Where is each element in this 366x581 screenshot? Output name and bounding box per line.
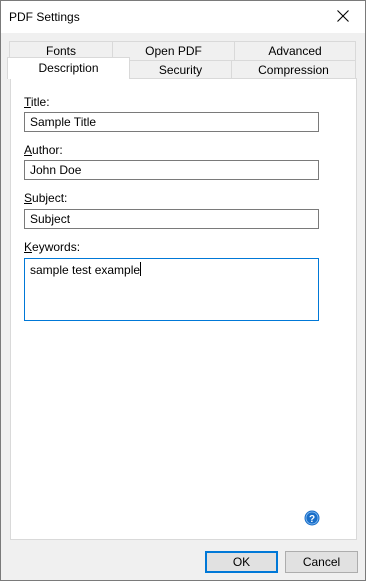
ok-button[interactable]: OK xyxy=(205,551,278,573)
tab-label: Description xyxy=(38,61,99,75)
cancel-button[interactable]: Cancel xyxy=(285,551,358,573)
tab-open-pdf[interactable]: Open PDF xyxy=(112,41,235,61)
title-value: Sample Title xyxy=(30,115,97,129)
title-label-text: itle: xyxy=(30,95,50,109)
keywords-field[interactable]: sample test example xyxy=(24,258,319,321)
tab-description[interactable]: Description xyxy=(7,57,130,79)
keywords-mnemonic: K xyxy=(24,240,33,254)
title-mnemonic: T xyxy=(24,95,31,109)
subject-label-text: ubject: xyxy=(32,191,68,205)
title-label: Title: xyxy=(24,95,50,109)
tab-security[interactable]: Security xyxy=(129,60,232,79)
tab-advanced[interactable]: Advanced xyxy=(234,41,356,61)
keywords-label-text: eywords: xyxy=(32,240,81,254)
tab-label: Security xyxy=(158,63,203,77)
help-button[interactable]: ? xyxy=(304,510,320,526)
subject-field[interactable]: Subject xyxy=(24,209,319,229)
tab-label: Fonts xyxy=(45,44,76,58)
close-button[interactable] xyxy=(321,1,365,32)
subject-label: Subject: xyxy=(24,191,67,205)
subject-value: Subject xyxy=(30,212,71,226)
window-title: PDF Settings xyxy=(9,10,80,24)
svg-text:?: ? xyxy=(309,514,315,525)
tab-label: Open PDF xyxy=(145,44,202,58)
title-bar: PDF Settings xyxy=(1,1,365,33)
description-panel: Title: Sample Title Author: John Doe Sub… xyxy=(10,78,357,540)
tab-compression[interactable]: Compression xyxy=(231,60,356,79)
title-field[interactable]: Sample Title xyxy=(24,112,319,132)
text-caret xyxy=(140,262,142,276)
author-label-text: uthor: xyxy=(32,143,63,157)
tab-label: Compression xyxy=(258,63,329,77)
tab-label: Advanced xyxy=(268,44,322,58)
keywords-value: sample test example xyxy=(30,263,141,277)
author-mnemonic: A xyxy=(24,143,33,157)
author-value: John Doe xyxy=(30,163,82,177)
pdf-settings-dialog: PDF Settings Fonts Open PDF Advanced Des… xyxy=(0,0,366,581)
ok-button-label: OK xyxy=(232,555,251,569)
help-icon: ? xyxy=(304,510,320,526)
cancel-button-label: Cancel xyxy=(302,555,341,569)
close-icon xyxy=(337,10,349,22)
author-label: Author: xyxy=(24,143,63,157)
subject-mnemonic: S xyxy=(24,191,33,205)
keywords-label: Keywords: xyxy=(24,240,80,254)
author-field[interactable]: John Doe xyxy=(24,160,319,180)
